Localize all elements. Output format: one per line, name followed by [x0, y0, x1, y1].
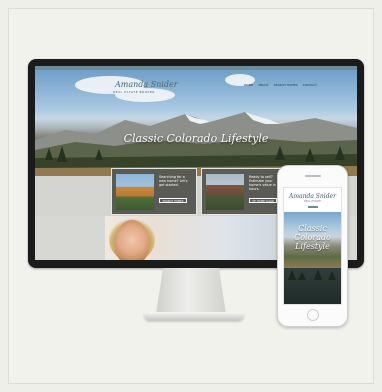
mobile-menu-bar[interactable] [308, 206, 318, 208]
house-photo [116, 174, 154, 210]
mobile-phone: Amanda Snider REAL ESTATE Classic Colora… [277, 165, 348, 327]
home-value-button[interactable]: MY HOME VALUE [249, 198, 277, 203]
card-text: Ready to sell? Estimate your home's valu… [249, 175, 276, 191]
phone-speaker [305, 175, 321, 177]
mobile-hero-title: Classic Colorado Lifestyle [294, 224, 331, 251]
nav-search-homes[interactable]: SEARCH HOMES [274, 83, 298, 87]
monitor-stand [156, 268, 226, 314]
trees-image [288, 269, 336, 280]
agent-portrait-section [105, 216, 275, 260]
site-logo[interactable]: Amanda Snider [115, 80, 178, 89]
site-logo-subtitle: REAL ESTATE BROKER [113, 90, 156, 94]
home-button[interactable] [307, 309, 319, 321]
house-photo [206, 174, 244, 210]
search-homes-card: Searching for a new home? Let's get star… [111, 168, 197, 215]
mobile-website-screen: Amanda Snider REAL ESTATE Classic Colora… [283, 187, 342, 305]
nav-contact[interactable]: CONTACT [303, 83, 317, 87]
agent-face [115, 220, 149, 260]
hero-title: Classic Colorado Lifestyle [123, 132, 269, 145]
nav-about[interactable]: ABOUT [258, 83, 268, 87]
search-homes-button[interactable]: SEARCH HOMES [159, 198, 187, 203]
mobile-site-logo[interactable]: Amanda Snider [284, 193, 341, 200]
site-nav: HOME ABOUT SEARCH HOMES CONTACT [244, 83, 317, 87]
nav-home[interactable]: HOME [244, 83, 253, 87]
home-value-card: Ready to sell? Estimate your home's valu… [201, 168, 285, 215]
hero-banner: Amanda Snider REAL ESTATE BROKER HOME AB… [35, 70, 357, 176]
monitor-base [144, 312, 244, 320]
card-text: Searching for a new home? Let's get star… [159, 175, 188, 187]
site-topbar [35, 66, 357, 70]
mobile-logo-subtitle: REAL ESTATE [304, 200, 321, 203]
